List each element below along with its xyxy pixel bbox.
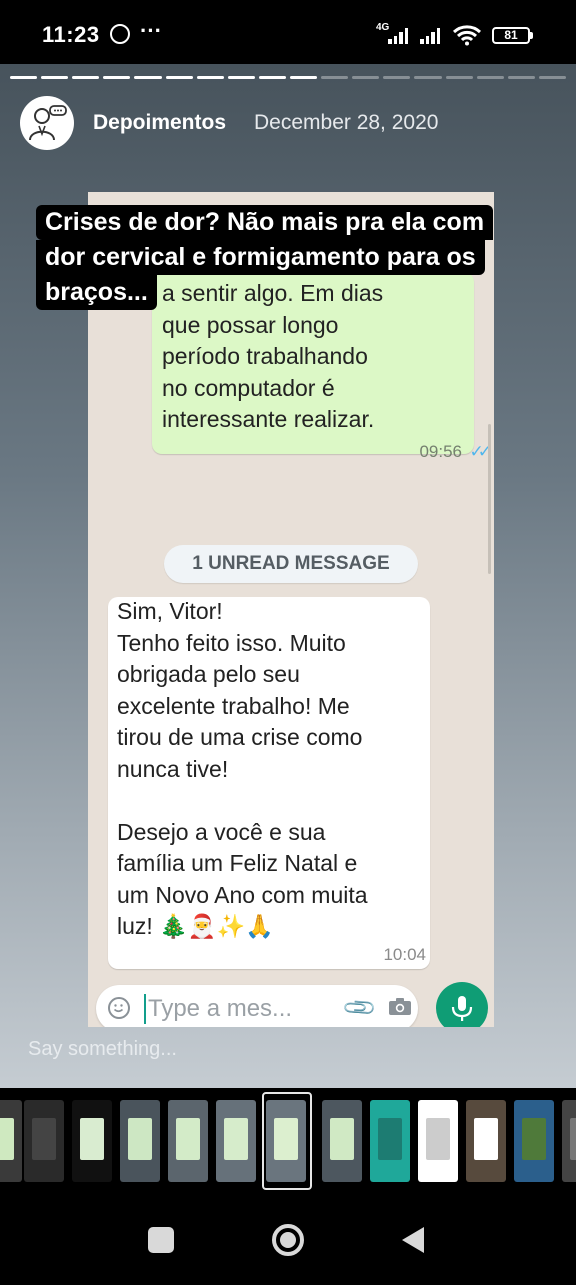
avatar[interactable] [20,96,74,150]
progress-segment [258,76,286,79]
story-thumbnail[interactable] [466,1100,506,1182]
back-button [402,1227,424,1253]
story-thumbnail[interactable] [24,1100,64,1182]
caption-line-3: braços... [36,275,157,310]
story-username[interactable]: Depoimentos [93,111,226,135]
progress-segment [476,76,504,79]
chat-screenshot: a sentir algo. Em dias que possar longo … [88,192,494,1027]
progress-segment [538,76,566,79]
story-thumbnail[interactable] [0,1100,22,1182]
progress-segment [72,76,100,79]
microphone-icon [451,996,473,1021]
progress-segment [383,76,411,79]
caption-line-2: dor cervical e formigamento para os [36,240,485,275]
progress-segment [507,76,535,79]
message-composer[interactable]: 📎 [96,985,418,1027]
read-receipt-icon: ✓✓ [469,442,492,461]
progress-segment [10,76,38,79]
story-thumbnail[interactable] [216,1100,256,1182]
text-cursor [144,994,146,1024]
progress-segment [445,76,473,79]
story-thumbnail[interactable] [418,1100,458,1182]
incoming-message-time: 10:04 [383,945,426,964]
battery-indicator: 81 [492,27,530,44]
whatsapp-notification-icon [110,24,130,44]
story-caption: Crises de dor? Não mais pra ela com dor … [36,205,526,310]
outgoing-message-time: 09:56 [419,442,462,461]
progress-segment [196,76,224,79]
active-thumbnail-frame [262,1092,312,1190]
progress-segment [289,76,318,79]
story-thumbnail[interactable] [514,1100,554,1182]
story-thumbnail[interactable] [72,1100,112,1182]
progress-segment [227,76,255,79]
story-date: December 28, 2020 [254,111,439,134]
story-thumbnail-strip[interactable] [0,1088,576,1198]
unread-message-divider: 1 UNREAD MESSAGE [164,545,418,583]
clock: 11:23 [42,22,100,47]
story-viewer[interactable]: Depoimentos December 28, 2020 a sentir a… [0,64,576,1088]
progress-segment [321,76,349,79]
progress-segment [165,76,193,79]
story-thumbnail[interactable] [562,1100,576,1182]
incoming-message-text: Sim, Vitor! Tenho feito isso. Muito obri… [117,598,368,939]
progress-segment [352,76,380,79]
battery-tip [530,32,533,39]
user-avatar-icon [29,105,67,141]
progress-segment [134,76,162,79]
wifi-icon [452,25,482,46]
message-input[interactable] [148,994,348,1024]
signal-icon [388,28,408,44]
status-bar: 11:23 ··· 4G 81 [0,0,576,64]
signal-icon-2 [420,28,440,44]
progress-segment [414,76,442,79]
recent-apps-button [148,1227,174,1253]
emoji-icon[interactable] [108,997,130,1019]
story-thumbnail[interactable] [370,1100,410,1182]
progress-segment [41,76,69,79]
camera-icon[interactable] [389,998,411,1015]
more-notifications-icon: ··· [140,18,162,43]
story-thumbnail[interactable] [322,1100,362,1182]
progress-segment [103,76,131,79]
system-navigation-bar [0,1198,576,1280]
scrollbar [488,424,491,574]
story-thumbnail[interactable] [168,1100,208,1182]
reply-field[interactable]: Say something... [28,1038,177,1061]
story-thumbnail[interactable] [120,1100,160,1182]
story-progress-bar [10,76,566,80]
microphone-button[interactable] [436,982,488,1027]
caption-line-1: Crises de dor? Não mais pra ela com [36,205,494,240]
